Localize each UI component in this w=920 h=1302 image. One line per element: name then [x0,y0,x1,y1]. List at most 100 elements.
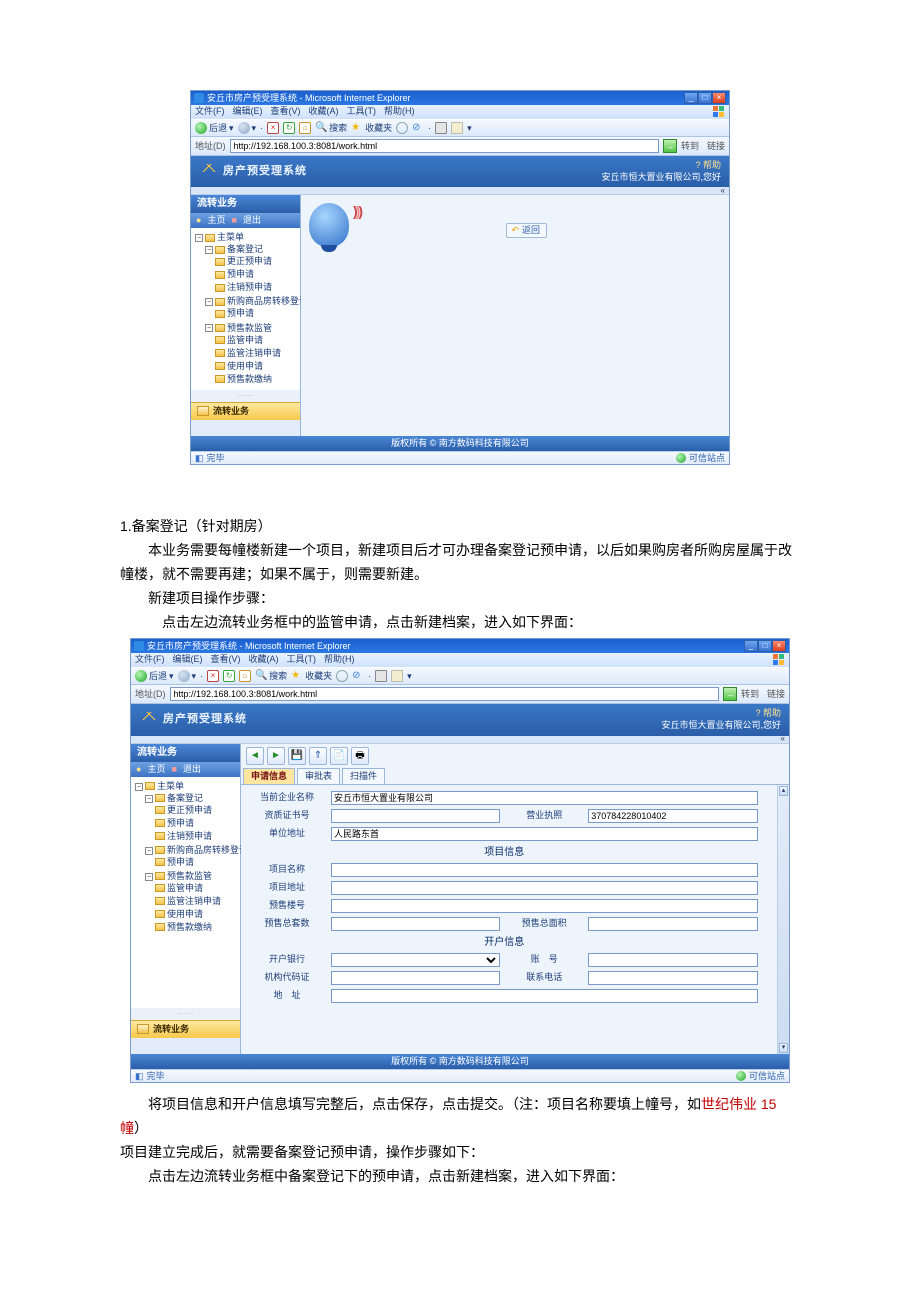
go-button[interactable]: → [663,139,677,153]
tree-group-1[interactable]: −新购商品房转移登记 预申请 [205,295,298,321]
presale-area-input[interactable] [588,917,757,931]
menu-view[interactable]: 查看(V) [211,654,241,666]
tab-application-info[interactable]: 申请信息 [243,768,295,784]
links-label[interactable]: 链接 [767,689,785,700]
history-button[interactable] [336,670,348,682]
links-label[interactable]: 链接 [707,141,725,152]
sidebar-logout[interactable]: 退出 [243,215,261,226]
collapse-icon[interactable]: « [721,186,725,196]
tree-item[interactable]: 预售款缴纳 [155,921,238,934]
favorites-button[interactable]: ★收藏夹 [291,670,332,682]
sidebar-home-icon[interactable]: ● [196,215,201,226]
address-input[interactable] [170,687,719,701]
tree-group-1[interactable]: −新购商品房转移登记 预申请 [145,844,238,870]
tree-item[interactable]: 预申请 [215,307,298,320]
back-button[interactable]: 后退 ▾ [135,670,174,682]
address-input[interactable] [230,139,659,153]
collapse-icon[interactable]: « [781,734,785,744]
refresh-button[interactable]: ↻ [223,670,235,682]
minimize-button[interactable]: _ [684,92,698,104]
tree-item[interactable]: 预申请 [155,817,238,830]
mail-button[interactable] [451,122,463,134]
menu-file[interactable]: 文件(F) [135,654,165,666]
org-input[interactable] [331,971,500,985]
scroll-up-button[interactable]: ▴ [779,786,788,796]
save-button[interactable]: 💾 [288,747,306,765]
sidebar-home[interactable]: 主页 [147,764,165,775]
cert-input[interactable] [331,809,500,823]
new-button[interactable]: 📄 [330,747,348,765]
maximize-button[interactable]: □ [698,92,712,104]
return-button[interactable]: ↶ 返回 [506,223,547,238]
menu-edit[interactable]: 编辑(E) [233,106,263,118]
help-link[interactable]: ? 帮助 [661,708,781,720]
sidebar-logout-icon[interactable]: ■ [231,215,236,226]
scroll-down-button[interactable]: ▾ [779,1043,788,1053]
search-button[interactable]: 🔍搜索 [255,670,287,682]
submit-button[interactable]: ⇑ [309,747,327,765]
back-button[interactable]: 后退 ▾ [195,122,234,134]
sidebar-resize-handle[interactable]: ⋯⋯ [191,390,300,402]
menu-help[interactable]: 帮助(H) [384,106,415,118]
forward-button[interactable]: ▾ [178,670,197,682]
prev-button[interactable]: ◄ [246,747,264,765]
menu-view[interactable]: 查看(V) [271,106,301,118]
tree-item[interactable]: 监管注销申请 [155,895,238,908]
popup-blocker-button[interactable]: ⊘ [352,670,364,682]
sidebar-logout[interactable]: 退出 [183,764,201,775]
refresh-button[interactable]: ↻ [283,122,295,134]
forward-button[interactable]: ▾ [238,122,257,134]
tree-item[interactable]: 注销预申请 [155,830,238,843]
minimize-button[interactable]: _ [744,640,758,652]
menu-edit[interactable]: 编辑(E) [173,654,203,666]
tree-root[interactable]: −主菜单 −备案登记 更正预申请 预申请 注销预申请 −新购商品房转移登记 [135,780,238,936]
tree-item[interactable]: 监管申请 [155,882,238,895]
tree-item[interactable]: 预申请 [155,856,238,869]
tab-approval[interactable]: 审批表 [297,768,340,784]
search-button[interactable]: 🔍搜索 [315,122,347,134]
acct-input[interactable] [588,953,757,967]
tree-group-2[interactable]: −预售款监管 监管申请 监管注销申请 使用申请 预售款缴纳 [145,870,238,935]
tree-item[interactable]: 监管申请 [215,333,298,346]
next-button[interactable]: ► [267,747,285,765]
close-button[interactable]: × [712,92,726,104]
tel-input[interactable] [588,971,757,985]
sidebar-bottom[interactable]: 流转业务 [191,402,300,420]
print-button[interactable] [375,670,387,682]
addr2-input[interactable] [331,989,758,1003]
menu-help[interactable]: 帮助(H) [324,654,355,666]
tree-item[interactable]: 更正预申请 [155,804,238,817]
tree-item[interactable]: 注销预申请 [215,281,298,294]
print-button[interactable] [435,122,447,134]
menu-tools[interactable]: 工具(T) [347,106,377,118]
close-button[interactable]: × [772,640,786,652]
popup-blocker-button[interactable]: ⊘ [412,122,424,134]
maximize-button[interactable]: □ [758,640,772,652]
tree-item[interactable]: 使用申请 [215,359,298,372]
presale-no-input[interactable] [331,899,758,913]
proj-name-input[interactable] [331,863,758,877]
menu-fav[interactable]: 收藏(A) [249,654,279,666]
home-button[interactable]: ⌂ [239,670,251,682]
home-button[interactable]: ⌂ [299,122,311,134]
tree-item[interactable]: 预售款缴纳 [215,372,298,385]
toolbar-overflow[interactable]: ▾ [407,671,412,682]
mail-button[interactable] [391,670,403,682]
stop-button[interactable]: × [207,670,219,682]
toolbar-overflow[interactable]: ▾ [467,123,472,134]
menu-fav[interactable]: 收藏(A) [309,106,339,118]
favorites-button[interactable]: ★收藏夹 [351,122,392,134]
tree-item[interactable]: 预申请 [215,268,298,281]
proj-addr-input[interactable] [331,881,758,895]
bank-select[interactable] [331,953,500,967]
menu-tools[interactable]: 工具(T) [287,654,317,666]
sidebar-bottom[interactable]: 流转业务 [131,1020,240,1038]
history-button[interactable] [396,122,408,134]
tree-group-2[interactable]: −预售款监管 监管申请 监管注销申请 使用申请 预售款缴纳 [205,321,298,386]
help-link[interactable]: ? 帮助 [601,160,721,172]
tab-scans[interactable]: 扫描件 [342,768,385,784]
tree-item[interactable]: 更正预申请 [215,255,298,268]
presale-cnt-input[interactable] [331,917,500,931]
tree-group-0[interactable]: −备案登记 更正预申请 预申请 注销预申请 [205,243,298,295]
tree-root[interactable]: −主菜单 −备案登记 更正预申请 预申请 注销预申请 −新购商品房转移登记 [195,231,298,387]
